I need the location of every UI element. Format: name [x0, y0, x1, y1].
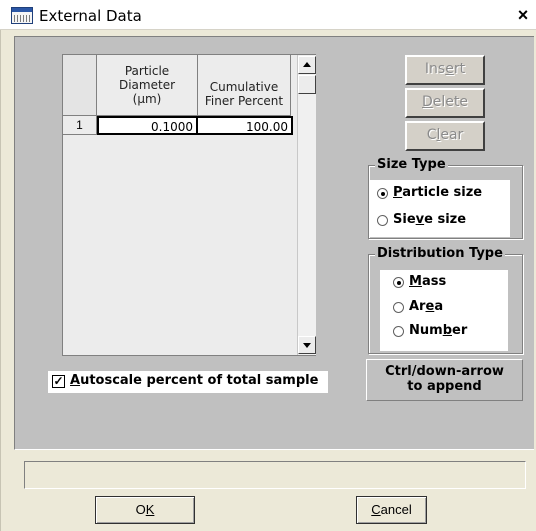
grid-corner-header	[63, 55, 97, 116]
accelerator-key: e	[445, 61, 454, 77]
number-label[interactable]: Number	[409, 323, 467, 338]
label-part: article size	[402, 185, 483, 200]
accelerator-key: D	[422, 94, 433, 110]
ok-button[interactable]: OK	[95, 496, 195, 524]
mass-label[interactable]: Mass	[409, 274, 446, 289]
area-label[interactable]: Area	[409, 299, 443, 314]
header-line: Particle	[124, 64, 170, 78]
label-part: ear	[440, 127, 464, 143]
scroll-down-button[interactable]	[298, 336, 316, 354]
autoscale-checkbox[interactable]: ✓	[52, 375, 65, 388]
label-part: ass	[421, 274, 447, 289]
distribution-type-label: Distribution Type	[375, 246, 505, 261]
label-part: e size	[424, 212, 467, 227]
label-part: O	[135, 502, 146, 517]
number-radio[interactable]	[393, 326, 404, 337]
label-part: er	[452, 323, 468, 338]
mass-radio[interactable]	[393, 277, 404, 288]
append-hint: Ctrl/down-arrow to append	[366, 359, 523, 401]
scroll-thumb[interactable]	[298, 75, 316, 94]
vertical-scrollbar[interactable]	[297, 55, 316, 355]
accelerator-key: K	[145, 502, 155, 517]
window-title: External Data	[39, 7, 142, 25]
clear-button[interactable]: Clear	[405, 121, 485, 151]
accelerator-key: e	[425, 299, 435, 314]
label-part: ancel	[380, 502, 412, 517]
cell-percent[interactable]: 100.00	[198, 116, 293, 135]
scroll-up-button[interactable]	[298, 56, 316, 74]
column-header-particle-diameter: Particle Diameter (µm)	[97, 55, 198, 116]
label-part: Ins	[424, 61, 446, 77]
accelerator-key: M	[409, 274, 422, 289]
label-part: a	[434, 299, 444, 314]
label-part: C	[426, 127, 437, 143]
delete-button[interactable]: Delete	[405, 88, 485, 118]
window-icon	[11, 7, 33, 24]
accelerator-key: C	[371, 502, 381, 517]
label-part: Sie	[393, 212, 416, 227]
accelerator-key: P	[393, 185, 403, 200]
label-part: elete	[432, 94, 468, 110]
accelerator-key: b	[442, 323, 452, 338]
header-line: Finer Percent	[204, 94, 284, 108]
hint-line: to append	[407, 379, 482, 394]
autoscale-label[interactable]: Autoscale percent of total sample	[70, 373, 318, 388]
label-part: Ar	[409, 299, 426, 314]
particle-size-label[interactable]: Particle size	[393, 185, 482, 200]
particle-size-radio[interactable]	[377, 188, 388, 199]
cell-diameter[interactable]: 0.1000	[97, 116, 198, 135]
size-type-label: Size Type	[375, 157, 448, 172]
row-header: 1	[63, 116, 97, 135]
arrow-up-icon	[303, 62, 311, 67]
header-line: (µm)	[132, 92, 162, 106]
column-header-cumulative-finer: Cumulative Finer Percent	[198, 55, 291, 116]
arrow-down-icon	[303, 343, 311, 348]
hint-line: Ctrl/down-arrow	[385, 364, 504, 379]
label-text: utoscale percent of total sample	[80, 373, 319, 388]
cancel-button[interactable]: Cancel	[356, 496, 427, 524]
insert-button[interactable]: Insert	[405, 55, 485, 85]
status-bar	[24, 461, 526, 489]
header-line: Diameter	[118, 78, 176, 92]
close-icon[interactable]: ×	[514, 5, 532, 25]
label-part: rt	[453, 61, 466, 77]
sieve-size-radio[interactable]	[377, 215, 388, 226]
header-line: Cumulative	[209, 80, 279, 94]
area-radio[interactable]	[393, 302, 404, 313]
accelerator-key: A	[70, 373, 81, 388]
label-part: Num	[409, 323, 443, 338]
accelerator-key: v	[415, 212, 425, 227]
sieve-size-label[interactable]: Sieve size	[393, 212, 466, 227]
